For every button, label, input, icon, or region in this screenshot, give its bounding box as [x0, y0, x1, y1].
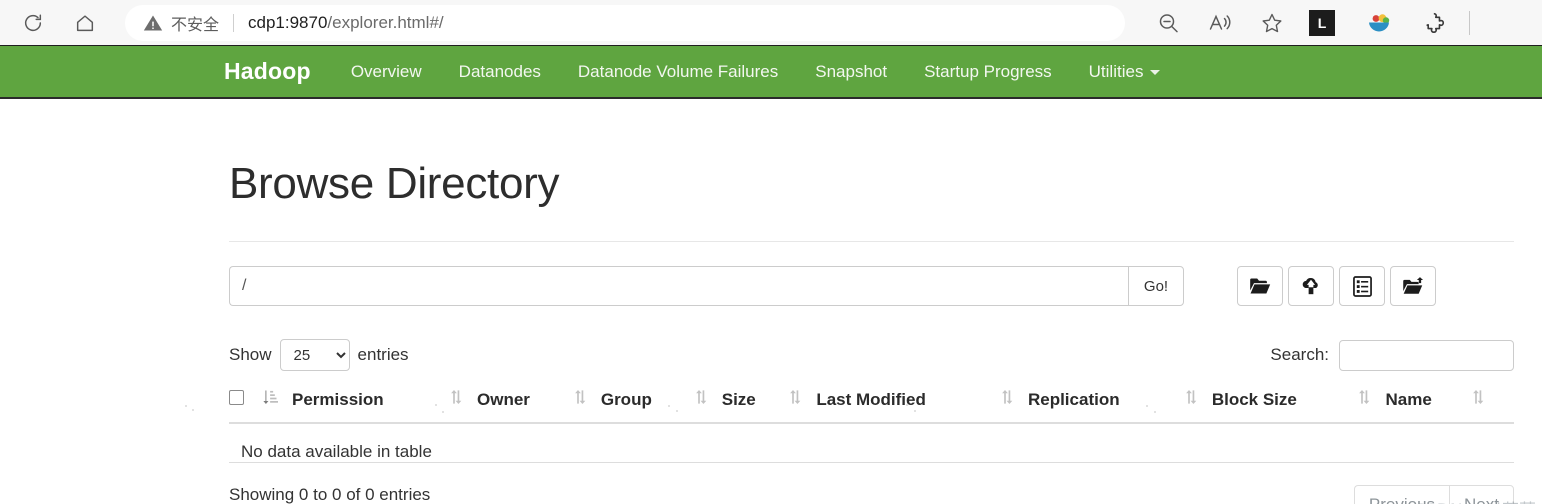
speckle	[914, 410, 916, 412]
table-empty-row: No data available in table	[229, 423, 1514, 463]
sort-updown-icon	[1472, 389, 1485, 410]
previous-page-button[interactable]: Previous	[1353, 485, 1450, 504]
nav-link-snapshot[interactable]: Snapshot	[815, 62, 887, 82]
column-replication[interactable]: Replication	[1000, 389, 1185, 424]
sort-amount-asc-icon	[263, 389, 278, 410]
browser-toolbar: 不安全 cdp1:9870/explorer.html#/ L	[0, 0, 1542, 45]
toolbar-divider	[1469, 10, 1470, 35]
sort-updown-icon	[1358, 389, 1371, 410]
table-header-row: Permission Owner Group Size Last Modifie…	[229, 389, 1514, 424]
sort-updown-icon	[695, 389, 708, 410]
table-head: Permission Owner Group Size Last Modifie…	[229, 389, 1514, 424]
column-group[interactable]: Group	[573, 389, 695, 424]
hadoop-navbar: Hadoop Overview Datanodes Datanode Volum…	[0, 45, 1542, 99]
table-footer: Showing 0 to 0 of 0 entries Previous Nex…	[229, 485, 1514, 504]
upload-files-button[interactable]	[1288, 266, 1334, 306]
column-label: Name	[1385, 389, 1432, 409]
star-icon[interactable]	[1257, 8, 1287, 38]
nav-link-startup-progress[interactable]: Startup Progress	[924, 62, 1052, 82]
sort-updown-icon	[1001, 389, 1014, 410]
speckle	[185, 405, 187, 407]
url-text[interactable]: cdp1:9870/explorer.html#/	[248, 13, 444, 33]
pagination: Previous Next	[1353, 485, 1514, 504]
content-container: Browse Directory Go!	[229, 99, 1514, 504]
speckle	[1154, 411, 1156, 413]
showing-entries-info: Showing 0 to 0 of 0 entries	[229, 485, 431, 504]
column-label: Block Size	[1211, 389, 1297, 409]
home-icon[interactable]	[70, 8, 100, 38]
column-label: Last Modified	[816, 389, 926, 409]
speckle	[192, 409, 194, 411]
column-size[interactable]: Size	[694, 389, 790, 424]
show-entries-control: Show 25 50 100 entries	[229, 339, 409, 371]
list-clipboard-icon	[1352, 275, 1372, 297]
column-permission[interactable]: Permission	[263, 389, 450, 424]
open-folder-icon	[1249, 276, 1271, 296]
sort-updown-icon	[1185, 389, 1198, 410]
sort-updown-icon	[789, 389, 802, 410]
column-select-all	[229, 389, 263, 424]
table-controls: Show 25 50 100 entries Search:	[229, 339, 1514, 371]
warning-triangle-icon	[143, 13, 163, 33]
fruit-bowl-icon[interactable]	[1365, 9, 1393, 37]
snapshot-button[interactable]	[1339, 266, 1385, 306]
nav-link-utilities[interactable]: Utilities	[1089, 62, 1161, 82]
page-title: Browse Directory	[229, 159, 560, 208]
search-input[interactable]	[1339, 339, 1514, 371]
entries-label: entries	[357, 345, 409, 364]
next-page-button[interactable]: Next	[1449, 485, 1514, 504]
cloud-upload-icon	[1300, 276, 1322, 296]
search-label: Search:	[1270, 345, 1329, 364]
column-last-modified[interactable]: Last Modified	[789, 389, 1001, 424]
lastpass-extension-icon[interactable]: L	[1309, 9, 1335, 36]
column-sort-trailing[interactable]	[1472, 389, 1514, 424]
column-label: Owner	[477, 389, 530, 409]
speckle	[442, 411, 444, 413]
column-owner[interactable]: Owner	[450, 389, 574, 424]
directory-table: Permission Owner Group Size Last Modifie…	[229, 389, 1514, 463]
path-input[interactable]	[229, 266, 1128, 306]
column-label: Permission	[292, 389, 384, 409]
nav-link-datanodes[interactable]: Datanodes	[459, 62, 541, 82]
read-aloud-icon[interactable]	[1205, 8, 1235, 38]
nav-link-datanode-volume-failures[interactable]: Datanode Volume Failures	[578, 62, 778, 82]
sort-updown-icon	[450, 389, 463, 410]
puzzle-piece-icon[interactable]	[1423, 10, 1449, 36]
column-name[interactable]: Name	[1358, 389, 1473, 424]
entries-select[interactable]: 25 50 100	[279, 339, 350, 371]
address-bar[interactable]: 不安全 cdp1:9870/explorer.html#/	[125, 4, 1125, 41]
table-body: No data available in table	[229, 423, 1514, 463]
address-separator	[233, 13, 235, 32]
speckle	[1146, 405, 1148, 407]
page-body: Browse Directory Go!	[0, 99, 1542, 504]
empty-message: No data available in table	[229, 423, 1514, 463]
brand-hadoop[interactable]: Hadoop	[224, 58, 311, 85]
column-label: Group	[600, 389, 652, 409]
go-button[interactable]: Go!	[1128, 266, 1184, 306]
show-label: Show	[229, 345, 272, 364]
title-divider	[229, 241, 1514, 242]
reload-icon[interactable]	[18, 8, 48, 38]
column-block-size[interactable]: Block Size	[1184, 389, 1359, 424]
speckle	[676, 410, 678, 412]
security-status-label: 不安全	[171, 14, 220, 34]
create-directory-button[interactable]	[1237, 266, 1283, 306]
nav-link-overview[interactable]: Overview	[351, 62, 422, 82]
browser-action-icons: L	[1153, 8, 1470, 38]
path-toolbar: Go!	[229, 266, 1514, 306]
sort-updown-icon	[574, 389, 587, 410]
zoom-out-icon[interactable]	[1153, 8, 1183, 38]
speckle	[435, 404, 437, 406]
path-input-group: Go!	[229, 266, 1184, 306]
select-all-checkbox[interactable]	[229, 390, 244, 405]
column-label: Size	[721, 389, 756, 409]
cut-paste-button[interactable]	[1390, 266, 1436, 306]
folder-move-icon	[1402, 276, 1425, 296]
directory-tool-buttons	[1237, 266, 1441, 306]
column-label: Replication	[1027, 389, 1120, 409]
search-control: Search:	[1270, 339, 1514, 371]
speckle	[668, 405, 670, 407]
lastpass-extension-label: L	[1317, 14, 1327, 31]
speckle	[906, 404, 908, 406]
